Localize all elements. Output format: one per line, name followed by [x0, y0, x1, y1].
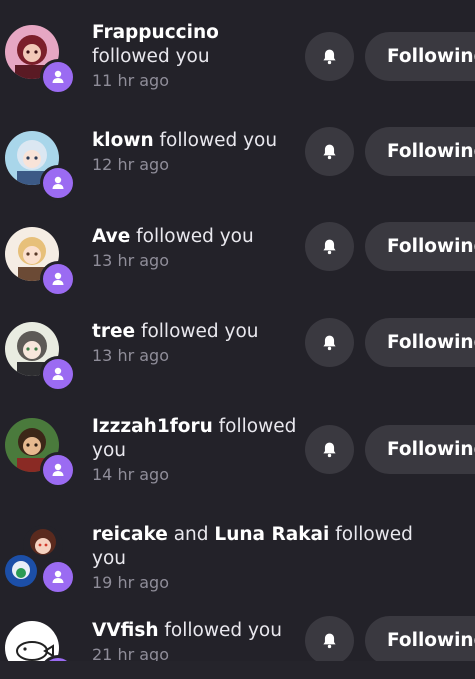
- notify-bell-button[interactable]: [305, 32, 354, 81]
- action-text: followed you: [92, 46, 210, 67]
- following-button[interactable]: Following: [365, 32, 475, 81]
- person-badge: [40, 559, 76, 595]
- avatar-group[interactable]: [5, 525, 76, 595]
- person-badge: [40, 452, 76, 488]
- person-badge: [40, 165, 76, 201]
- avatar[interactable]: [5, 555, 37, 587]
- following-button[interactable]: Following: [365, 127, 475, 176]
- user-name[interactable]: Frappuccino: [92, 22, 219, 43]
- user-name[interactable]: Ave: [92, 226, 130, 247]
- person-badge: [40, 59, 76, 95]
- timestamp: 13 hr ago: [92, 251, 169, 270]
- bell-icon: [323, 335, 336, 351]
- bottom-bar: [0, 661, 475, 679]
- bell-icon: [323, 49, 336, 65]
- notify-bell-button[interactable]: [305, 127, 354, 176]
- bell-icon: [323, 239, 336, 255]
- notify-bell-button[interactable]: [305, 222, 354, 271]
- avatar-group[interactable]: [5, 25, 76, 95]
- user-name[interactable]: Luna Rakai: [214, 524, 329, 545]
- user-name[interactable]: klown: [92, 130, 154, 151]
- avatar[interactable]: [5, 621, 59, 661]
- user-name[interactable]: reicake: [92, 524, 168, 545]
- avatar-group[interactable]: [5, 227, 76, 297]
- timestamp: 11 hr ago: [92, 71, 169, 90]
- conjunction-text: and: [173, 524, 209, 545]
- person-icon: [52, 570, 64, 583]
- following-button[interactable]: Following: [365, 318, 475, 367]
- person-icon: [52, 463, 64, 476]
- action-text: followed you: [164, 620, 282, 641]
- avatar-group[interactable]: [5, 322, 76, 392]
- avatar-group[interactable]: [5, 621, 76, 661]
- timestamp: 19 hr ago: [92, 573, 169, 592]
- person-badge: [40, 356, 76, 392]
- following-button[interactable]: Following: [365, 222, 475, 271]
- person-icon: [52, 367, 64, 380]
- person-badge: [40, 261, 76, 297]
- notify-bell-button[interactable]: [305, 318, 354, 367]
- timestamp: 14 hr ago: [92, 465, 169, 484]
- notification-list: Frappuccino followed you 11 hr ago Follo…: [0, 0, 475, 661]
- timestamp: 13 hr ago: [92, 346, 169, 365]
- avatar-group[interactable]: [5, 418, 76, 488]
- notify-bell-button[interactable]: [305, 616, 354, 661]
- action-text: followed you: [140, 321, 259, 342]
- user-name[interactable]: Izzzah1foru: [92, 416, 213, 437]
- bell-icon: [323, 633, 336, 649]
- action-text: followed you: [136, 226, 254, 247]
- bell-icon: [323, 442, 336, 458]
- timestamp: 12 hr ago: [92, 155, 169, 174]
- timestamp: 21 hr ago: [92, 645, 169, 661]
- following-button[interactable]: Following: [365, 425, 475, 474]
- bell-icon: [323, 144, 336, 160]
- user-name[interactable]: VVfish: [92, 620, 159, 641]
- avatar-group[interactable]: [5, 131, 76, 201]
- person-icon: [52, 176, 64, 189]
- action-text: followed you: [159, 130, 278, 151]
- person-icon: [52, 272, 64, 285]
- notify-bell-button[interactable]: [305, 425, 354, 474]
- person-icon: [52, 70, 64, 83]
- user-name[interactable]: tree: [92, 321, 135, 342]
- following-button[interactable]: Following: [365, 616, 475, 661]
